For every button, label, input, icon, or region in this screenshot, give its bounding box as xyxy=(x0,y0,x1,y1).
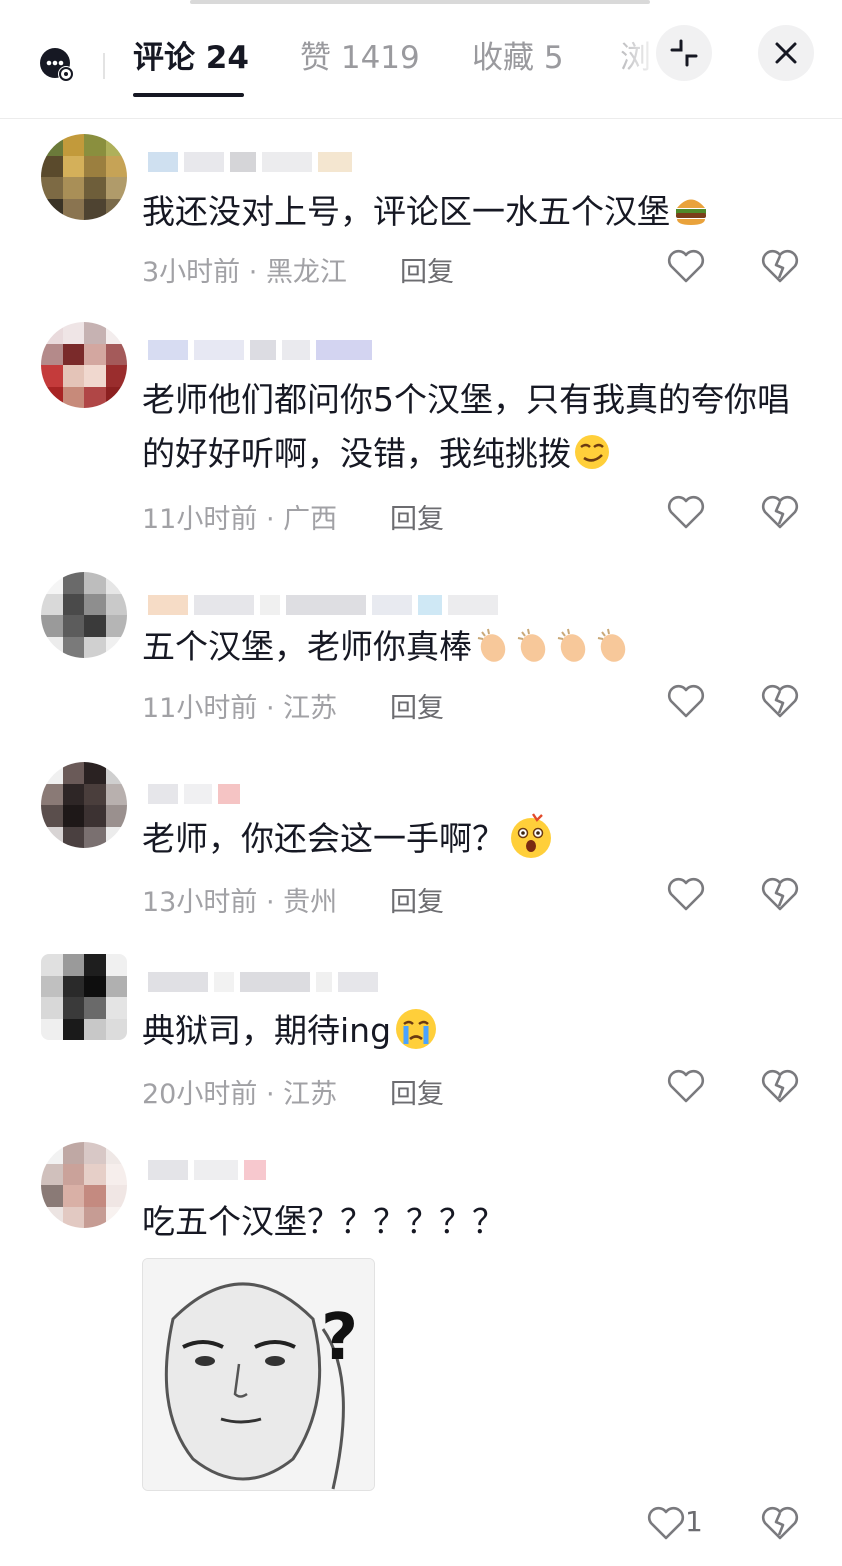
clap-emoji-icon xyxy=(517,628,546,662)
hamburger-emoji-icon xyxy=(676,199,706,225)
comment-text: 典狱司，期待ing xyxy=(142,1004,807,1058)
tab-comments[interactable]: 评论 24 xyxy=(133,32,249,77)
smirk-emoji-icon xyxy=(575,435,609,469)
comment-location: 贵州 xyxy=(283,887,338,918)
heart-outline-icon[interactable] xyxy=(667,1068,705,1104)
reply-button[interactable]: 回复 xyxy=(390,1072,444,1111)
heart-outline-icon[interactable] xyxy=(667,248,705,284)
comment-text-content: 老师，你还会这一手啊？ xyxy=(142,819,505,858)
username-redacted[interactable] xyxy=(148,784,240,806)
comment-text: 我还没对上号，评论区一水五个汉堡 xyxy=(142,185,807,239)
broken-heart-icon[interactable] xyxy=(761,876,799,912)
heart-outline-icon[interactable] xyxy=(667,876,705,912)
username-redacted[interactable] xyxy=(148,595,498,617)
heart-outline-icon[interactable] xyxy=(647,1505,685,1541)
meme-image[interactable]: ? xyxy=(142,1258,375,1491)
like-count: 1 xyxy=(685,1505,703,1538)
clap-emoji-icon xyxy=(477,628,506,662)
comment-text: 五个汉堡，老师你真棒 xyxy=(142,620,807,674)
close-icon xyxy=(775,42,797,64)
avatar[interactable] xyxy=(41,322,127,408)
broken-heart-icon[interactable] xyxy=(761,1068,799,1104)
comment-meta: 11小时前 · 江苏 xyxy=(142,693,338,724)
reply-button[interactable]: 回复 xyxy=(390,686,444,725)
broken-heart-icon[interactable] xyxy=(761,1505,799,1541)
comment-time: 11小时前 xyxy=(142,504,258,535)
reply-button[interactable]: 回复 xyxy=(400,250,454,289)
broken-heart-icon[interactable] xyxy=(761,248,799,284)
heart-outline-icon[interactable] xyxy=(667,683,705,719)
comment-meta: 20小时前 · 江苏 xyxy=(142,1079,338,1110)
comment-meta: 3小时前 · 黑龙江 xyxy=(142,257,347,288)
comment-text-content: 典狱司，期待ing xyxy=(142,1011,392,1050)
avatar[interactable] xyxy=(41,954,127,1040)
tab-favorites[interactable]: 收藏 5 xyxy=(472,32,564,77)
crying-emoji-icon xyxy=(396,1009,437,1049)
username-redacted[interactable] xyxy=(148,152,352,174)
astonished-emoji-icon xyxy=(511,813,551,858)
tab-overflow-fade xyxy=(600,20,660,90)
reply-button[interactable]: 回复 xyxy=(390,880,444,919)
confused-face-meme-icon: ? xyxy=(143,1259,374,1490)
heart-outline-icon[interactable] xyxy=(667,494,705,530)
meme-question-mark: ? xyxy=(321,1301,358,1375)
comment-text-content: 吃五个汉堡？？？？？？ xyxy=(142,1202,505,1241)
broken-heart-icon[interactable] xyxy=(761,494,799,530)
clap-emoji-icon xyxy=(557,628,586,662)
comment-text: 吃五个汉堡？？？？？？ xyxy=(142,1195,807,1249)
comment-time: 11小时前 xyxy=(142,693,258,724)
header-divider xyxy=(103,53,105,79)
comment-meta: 11小时前 · 广西 xyxy=(142,504,338,535)
comment-time: 3小时前 xyxy=(142,257,241,288)
collapse-icon xyxy=(670,39,698,67)
comment-text-content: 老师他们都问你5个汉堡，只有我真的夸你唱的好好听啊，没错，我纯挑拨 xyxy=(142,380,790,473)
broken-heart-icon[interactable] xyxy=(761,683,799,719)
comment-time: 13小时前 xyxy=(142,887,258,918)
active-tab-indicator xyxy=(133,93,244,97)
comment-time: 20小时前 xyxy=(142,1079,258,1110)
username-redacted[interactable] xyxy=(148,340,372,362)
comment-text: 老师，你还会这一手啊？ xyxy=(142,812,807,866)
comment-location: 江苏 xyxy=(283,1079,338,1110)
tab-likes[interactable]: 赞 1419 xyxy=(300,32,420,77)
chat-settings-icon[interactable] xyxy=(38,46,76,84)
clap-emoji-icon xyxy=(597,628,626,662)
close-button[interactable] xyxy=(758,25,814,81)
comment-text: 老师他们都问你5个汉堡，只有我真的夸你唱的好好听啊，没错，我纯挑拨 xyxy=(142,373,807,481)
avatar[interactable] xyxy=(41,1142,127,1228)
avatar[interactable] xyxy=(41,762,127,848)
comment-location: 江苏 xyxy=(283,693,338,724)
avatar[interactable] xyxy=(41,572,127,658)
comment-text-content: 五个汉堡，老师你真棒 xyxy=(142,627,472,666)
comment-location: 黑龙江 xyxy=(265,257,347,288)
comment-location: 广西 xyxy=(283,504,338,535)
drag-handle[interactable] xyxy=(190,0,650,4)
collapse-button[interactable] xyxy=(656,25,712,81)
username-redacted[interactable] xyxy=(148,1160,266,1182)
avatar[interactable] xyxy=(41,134,127,220)
reply-button[interactable]: 回复 xyxy=(390,497,444,536)
comment-text-content: 我还没对上号，评论区一水五个汉堡 xyxy=(142,192,670,231)
username-redacted[interactable] xyxy=(148,972,378,994)
comment-panel-header: 评论 24 赞 1419 收藏 5 浏 xyxy=(0,0,842,119)
comment-meta: 13小时前 · 贵州 xyxy=(142,887,338,918)
